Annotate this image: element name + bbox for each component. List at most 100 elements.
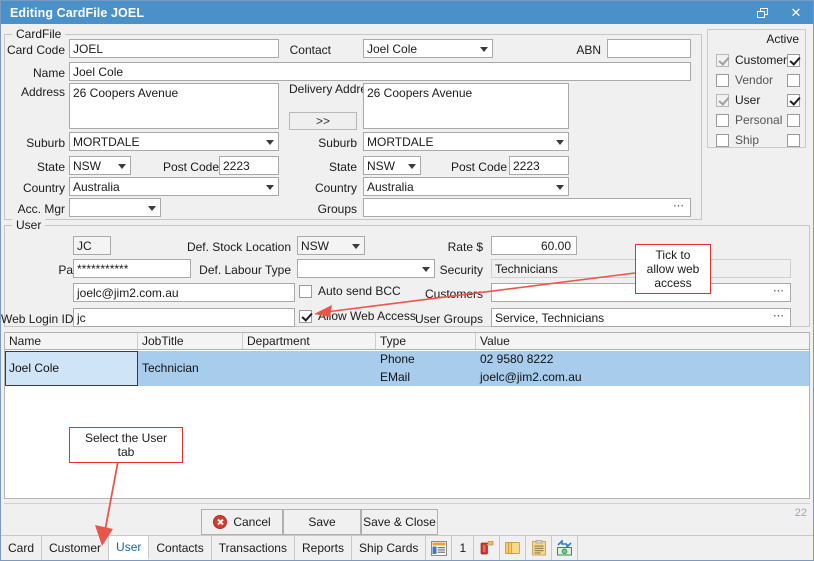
save-and-close-button[interactable]: Save & Close	[361, 509, 438, 535]
grid-cell-name[interactable]: Joel Cole	[5, 351, 138, 386]
window-title-bar: Editing CardFile JOEL ✕	[1, 1, 813, 24]
post-code-input[interactable]: 2223	[219, 156, 279, 175]
column-header-jobtitle[interactable]: JobTitle	[138, 333, 243, 349]
grid-cell-department[interactable]	[243, 351, 376, 386]
def-stock-location-combo[interactable]: NSW	[297, 236, 365, 255]
post-code-label: Post Code	[151, 160, 219, 174]
ship-active-checkbox[interactable]	[787, 134, 800, 147]
web-login-id-input[interactable]: jc	[73, 308, 295, 327]
delivery-country-label: Country	[289, 181, 357, 195]
column-header-value[interactable]: Value	[476, 333, 809, 349]
suburb-label: Suburb	[1, 136, 65, 150]
acc-mgr-combo[interactable]	[69, 198, 161, 217]
cancel-button[interactable]: Cancel	[201, 509, 283, 535]
customer-active-checkbox[interactable]	[787, 54, 800, 67]
contact-label: Contact	[251, 43, 331, 57]
column-header-name[interactable]: Name	[5, 333, 138, 349]
active-row-user: User	[716, 91, 800, 109]
tab-transactions[interactable]: Transactions	[212, 536, 295, 560]
grid-cell-type-email[interactable]: EMail	[376, 369, 476, 386]
tab-ship-cards[interactable]: Ship Cards	[352, 536, 426, 560]
abn-input[interactable]	[607, 39, 691, 58]
delivery-suburb-label: Suburb	[289, 136, 357, 150]
save-and-close-button-label: Save & Close	[363, 515, 436, 529]
user-groups-ellipsis-button[interactable]: ⋯	[771, 312, 787, 324]
save-button[interactable]: Save	[283, 509, 361, 535]
document-list-icon[interactable]	[426, 536, 452, 560]
chevron-down-icon	[266, 185, 274, 190]
delivery-post-code-input[interactable]: 2223	[509, 156, 569, 175]
personal-active-checkbox[interactable]	[787, 114, 800, 127]
auto-send-bcc-checkbox[interactable]	[299, 285, 312, 298]
delivery-suburb-combo[interactable]: MORTDALE	[363, 132, 569, 151]
allow-web-access-row[interactable]: Allow Web Access	[299, 309, 416, 323]
tab-user[interactable]: User	[109, 536, 149, 560]
acc-mgr-label: Acc. Mgr	[1, 202, 65, 216]
user-groups-label: User Groups	[401, 312, 483, 326]
delivery-country-combo[interactable]: Australia	[363, 177, 569, 196]
personal-type-checkbox[interactable]	[716, 114, 729, 127]
close-button[interactable]: ✕	[779, 1, 813, 24]
address-input[interactable]: 26 Coopers Avenue	[69, 83, 279, 129]
suburb-combo-value: MORTDALE	[73, 135, 139, 149]
tab-card[interactable]: Card	[1, 536, 42, 560]
state-combo[interactable]: NSW	[69, 156, 131, 175]
email-input[interactable]: joelc@jim2.com.au	[73, 283, 295, 302]
grid-cell-value-phone[interactable]: 02 9580 8222	[476, 351, 809, 369]
money-exchange-icon[interactable]	[552, 536, 578, 560]
clipboard-icon[interactable]	[526, 536, 552, 560]
tab-customer[interactable]: Customer	[42, 536, 109, 560]
vendor-active-checkbox[interactable]	[787, 74, 800, 87]
def-labour-type-combo[interactable]	[297, 259, 435, 278]
copy-pages-icon[interactable]	[500, 536, 526, 560]
customers-label: Customers	[401, 287, 483, 301]
ship-type-checkbox[interactable]	[716, 134, 729, 147]
window-title: Editing CardFile JOEL	[1, 6, 144, 20]
grid-cell-value-email[interactable]: joelc@jim2.com.au	[476, 369, 809, 386]
active-row-customer: Customer	[716, 51, 800, 69]
user-legend: User	[12, 218, 45, 232]
column-header-type[interactable]: Type	[376, 333, 476, 349]
vendor-type-checkbox[interactable]	[716, 74, 729, 87]
column-header-department[interactable]: Department	[243, 333, 376, 349]
customers-ellipsis-button[interactable]: ⋯	[771, 287, 787, 299]
delivery-state-combo[interactable]: NSW	[363, 156, 421, 175]
user-groups-input[interactable]: Service, Technicians ⋯	[491, 308, 791, 327]
auto-send-bcc-row[interactable]: Auto send BCC	[299, 284, 401, 298]
paint-roller-icon[interactable]	[474, 536, 500, 560]
customer-type-checkbox[interactable]	[716, 54, 729, 67]
user-active-checkbox[interactable]	[787, 94, 800, 107]
save-button-label: Save	[308, 515, 335, 529]
grid-header-row: Name JobTitle Department Type Value	[5, 333, 809, 350]
contact-combo[interactable]: Joel Cole	[363, 39, 493, 58]
groups-input[interactable]: ⋯	[363, 198, 691, 217]
def-stock-location-value: NSW	[301, 239, 329, 253]
cancel-icon	[213, 515, 227, 529]
user-groups-input-value: Service, Technicians	[495, 311, 604, 325]
grid-cell-type-phone[interactable]: Phone	[376, 351, 476, 369]
grid-cell-jobtitle[interactable]: Technician	[138, 351, 243, 386]
annotation-web-access: Tick to allow web access	[635, 244, 711, 294]
tab-contacts[interactable]: Contacts	[149, 536, 211, 560]
active-panel-header: Active	[766, 32, 799, 46]
restore-button[interactable]	[745, 1, 779, 24]
copy-address-button[interactable]: >>	[289, 112, 357, 130]
delivery-address-input[interactable]: 26 Coopers Avenue	[363, 83, 569, 129]
chevron-down-icon	[266, 140, 274, 145]
chevron-down-icon	[556, 140, 564, 145]
contacts-grid[interactable]: Name JobTitle Department Type Value Joel…	[4, 332, 810, 499]
tab-reports[interactable]: Reports	[295, 536, 352, 560]
suburb-combo[interactable]: MORTDALE	[69, 132, 279, 151]
card-code-input[interactable]: JOEL	[69, 39, 279, 58]
cardfile-legend: CardFile	[12, 27, 65, 41]
allow-web-access-checkbox[interactable]	[299, 310, 312, 323]
delivery-post-code-label: Post Code	[439, 160, 507, 174]
user-type-checkbox[interactable]	[716, 94, 729, 107]
country-combo[interactable]: Australia	[69, 177, 279, 196]
delivery-suburb-combo-value: MORTDALE	[367, 135, 433, 149]
rate-input[interactable]: 60.00	[491, 236, 577, 255]
name-input[interactable]: Joel Cole	[69, 62, 691, 81]
state-combo-value: NSW	[73, 159, 101, 173]
initials-input[interactable]: JC	[73, 236, 111, 255]
groups-ellipsis-button[interactable]: ⋯	[671, 202, 687, 214]
